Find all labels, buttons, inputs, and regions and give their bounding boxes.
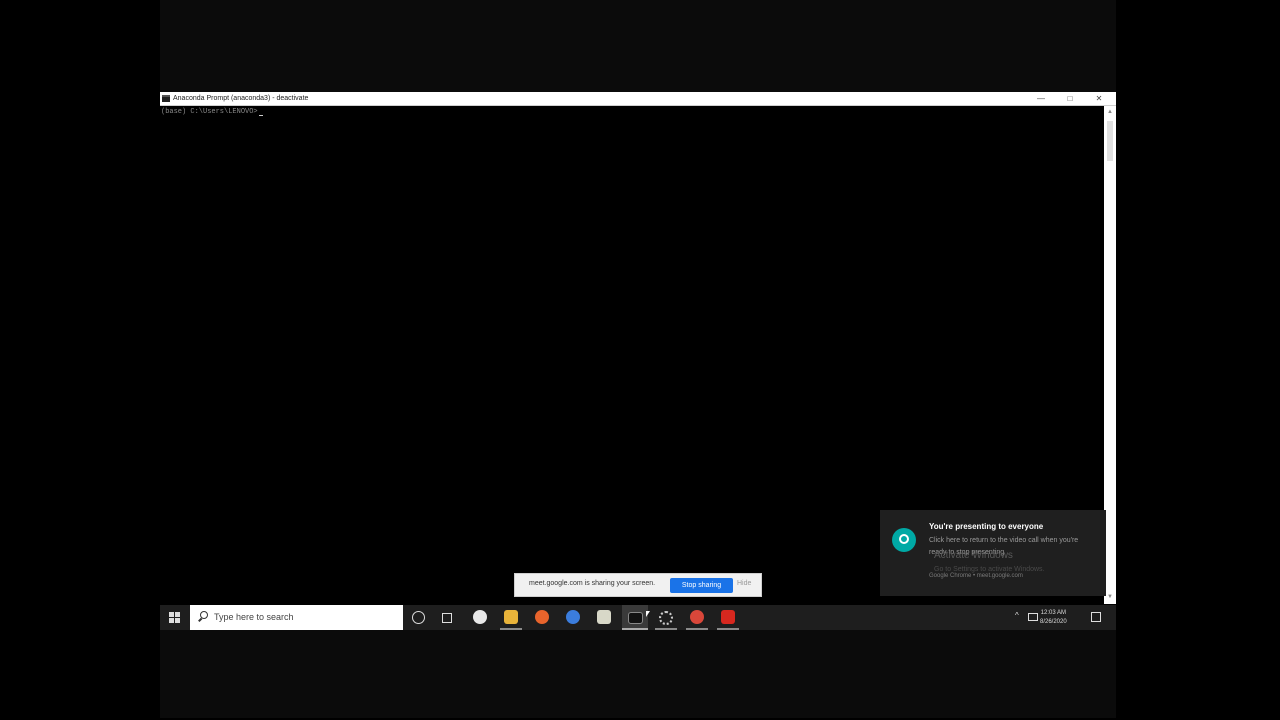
taskbar: Type here to search ^ 12:03 AM 8/26/2020 xyxy=(160,605,1116,630)
scroll-up-icon[interactable]: ▲ xyxy=(1107,109,1113,115)
activate-windows-watermark: Activate Windows xyxy=(934,550,1013,561)
chrome-canary-icon[interactable] xyxy=(566,610,580,624)
chrome-running-indicator xyxy=(686,628,708,630)
presenting-notification[interactable]: You're presenting to everyone Click here… xyxy=(880,510,1106,596)
prompt-running-indicator xyxy=(622,628,648,630)
search-placeholder: Type here to search xyxy=(214,612,294,622)
taskbar-search-input[interactable]: Type here to search xyxy=(190,605,403,630)
search-icon xyxy=(200,611,208,619)
close-button[interactable]: ✕ xyxy=(1085,92,1113,105)
screen-share-bar: meet.google.com is sharing your screen. … xyxy=(514,573,762,597)
window-titlebar[interactable]: Anaconda Prompt (anaconda3) - deactivate… xyxy=(160,92,1116,106)
explorer-running-indicator xyxy=(500,628,522,630)
mouse-cursor xyxy=(646,611,650,617)
scroll-down-icon[interactable]: ▼ xyxy=(1107,594,1113,600)
maximize-button[interactable]: □ xyxy=(1056,92,1084,105)
share-status-text: meet.google.com is sharing your screen. xyxy=(529,580,656,587)
cortana-icon[interactable] xyxy=(412,611,425,624)
scrollbar-thumb[interactable] xyxy=(1107,121,1113,161)
settings-running-indicator xyxy=(655,628,677,630)
firefox-icon[interactable] xyxy=(535,610,549,624)
notification-source: Google Chrome • meet.google.com xyxy=(929,573,1023,579)
action-center-icon[interactable] xyxy=(1091,612,1101,622)
window-title: Anaconda Prompt (anaconda3) - deactivate xyxy=(173,95,309,102)
terminal-prompt: (base) C:\Users\LENOVO> xyxy=(161,108,263,116)
file-explorer-icon[interactable] xyxy=(504,610,518,624)
acrobat-running-indicator xyxy=(717,628,739,630)
google-meet-icon xyxy=(892,528,916,552)
letterbox-top xyxy=(160,0,1116,92)
anaconda-prompt-icon[interactable] xyxy=(628,612,643,624)
terminal-icon xyxy=(162,95,170,102)
chrome-icon[interactable] xyxy=(690,610,704,624)
clock-time: 12:03 AM xyxy=(1040,610,1067,616)
clock-date: 8/26/2020 xyxy=(1040,619,1067,625)
itunes-icon[interactable] xyxy=(473,610,487,624)
network-icon[interactable] xyxy=(1028,613,1038,621)
letterbox-bottom xyxy=(160,630,1116,718)
prompt-text: (base) C:\Users\LENOVO> xyxy=(161,108,258,116)
settings-icon[interactable] xyxy=(659,611,673,625)
app-icon[interactable] xyxy=(597,610,611,624)
text-cursor xyxy=(258,115,263,116)
acrobat-icon[interactable] xyxy=(721,610,735,624)
task-view-icon[interactable] xyxy=(442,613,452,623)
notification-title: You're presenting to everyone xyxy=(929,522,1044,531)
minimize-button[interactable]: — xyxy=(1027,92,1055,105)
activate-windows-hint: Go to Settings to activate Windows. xyxy=(934,566,1045,573)
show-hidden-icons-chevron-icon[interactable]: ^ xyxy=(1015,611,1019,620)
stop-sharing-button[interactable]: Stop sharing xyxy=(670,578,733,593)
taskbar-clock[interactable]: 12:03 AM 8/26/2020 xyxy=(1040,609,1067,627)
desktop-screen: Anaconda Prompt (anaconda3) - deactivate… xyxy=(160,92,1116,630)
hide-button[interactable]: Hide xyxy=(737,580,751,587)
windows-start-icon[interactable] xyxy=(169,612,180,623)
